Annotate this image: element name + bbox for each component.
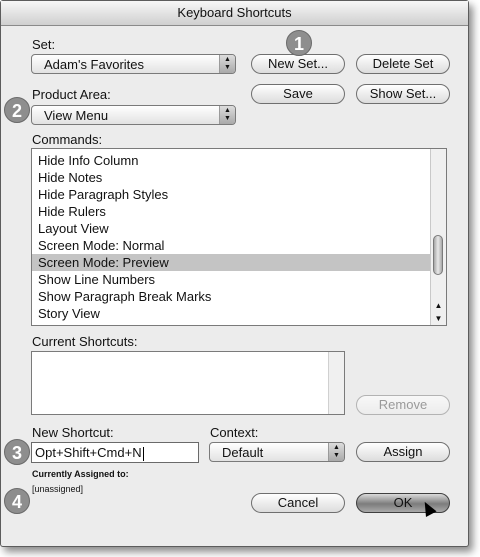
new-shortcut-value: Opt+Shift+Cmd+N: [35, 445, 142, 460]
product-area-popup-value: View Menu: [44, 108, 109, 123]
list-item[interactable]: Hide Notes: [32, 169, 432, 186]
product-area-label: Product Area:: [32, 87, 111, 102]
list-item[interactable]: Story View: [32, 305, 432, 322]
new-set-button[interactable]: New Set...: [251, 54, 345, 74]
list-item[interactable]: Hide Paragraph Styles: [32, 186, 432, 203]
context-popup-value: Default: [222, 445, 264, 460]
list-item-selected[interactable]: Screen Mode: Preview: [32, 254, 432, 271]
popup-arrows-icon: ▲ ▼: [328, 443, 344, 461]
current-shortcuts-scrollbar[interactable]: [328, 352, 344, 414]
title-bar[interactable]: Keyboard Shortcuts: [1, 1, 468, 26]
scroll-thumb[interactable]: [433, 235, 443, 275]
save-button[interactable]: Save: [251, 84, 345, 104]
list-item[interactable]: Show Paragraph Break Marks: [32, 288, 432, 305]
commands-label: Commands:: [32, 132, 103, 147]
set-label: Set:: [32, 37, 56, 52]
callout-badge-4: 4: [4, 488, 30, 514]
callout-badge-1: 1: [286, 30, 312, 56]
keyboard-shortcuts-dialog: Keyboard Shortcuts Set: Adam's Favorites…: [0, 0, 469, 547]
show-set-button[interactable]: Show Set...: [356, 84, 450, 104]
set-popup[interactable]: Adam's Favorites ▲ ▼: [31, 54, 236, 74]
remove-button[interactable]: Remove: [356, 395, 450, 415]
current-shortcuts-list[interactable]: [31, 351, 345, 415]
cancel-button[interactable]: Cancel: [251, 493, 345, 513]
context-label: Context:: [210, 425, 259, 440]
list-item[interactable]: Layout View: [32, 220, 432, 237]
new-shortcut-label: New Shortcut:: [32, 425, 114, 440]
currently-assigned-label: Currently Assigned to:: [32, 469, 129, 479]
dialog-title: Keyboard Shortcuts: [177, 5, 292, 20]
list-item[interactable]: Hide Info Column: [32, 152, 432, 169]
scroll-up-arrow-icon[interactable]: ▲: [431, 299, 446, 312]
list-item[interactable]: Hide Rulers: [32, 203, 432, 220]
new-shortcut-field[interactable]: Opt+Shift+Cmd+N: [31, 442, 199, 463]
callout-badge-3: 3: [4, 439, 30, 465]
context-popup[interactable]: Default ▲ ▼: [209, 442, 345, 462]
commands-scrollbar[interactable]: ▲ ▼: [430, 149, 446, 325]
popup-arrows-icon: ▲ ▼: [219, 106, 235, 124]
callout-badge-2: 2: [4, 97, 30, 123]
popup-arrows-icon: ▲ ▼: [219, 55, 235, 73]
currently-assigned-value: [unassigned]: [32, 484, 84, 494]
set-popup-value: Adam's Favorites: [44, 57, 145, 72]
product-area-popup[interactable]: View Menu ▲ ▼: [31, 105, 236, 125]
current-shortcuts-label: Current Shortcuts:: [32, 334, 138, 349]
list-item[interactable]: Screen Mode: Normal: [32, 237, 432, 254]
assign-button[interactable]: Assign: [356, 442, 450, 462]
text-caret: [142, 446, 144, 461]
delete-set-button[interactable]: Delete Set: [356, 54, 450, 74]
list-item[interactable]: Show Line Numbers: [32, 271, 432, 288]
scroll-down-arrow-icon[interactable]: ▼: [431, 312, 446, 325]
commands-list[interactable]: Hide Info Column Hide Notes Hide Paragra…: [31, 148, 447, 326]
